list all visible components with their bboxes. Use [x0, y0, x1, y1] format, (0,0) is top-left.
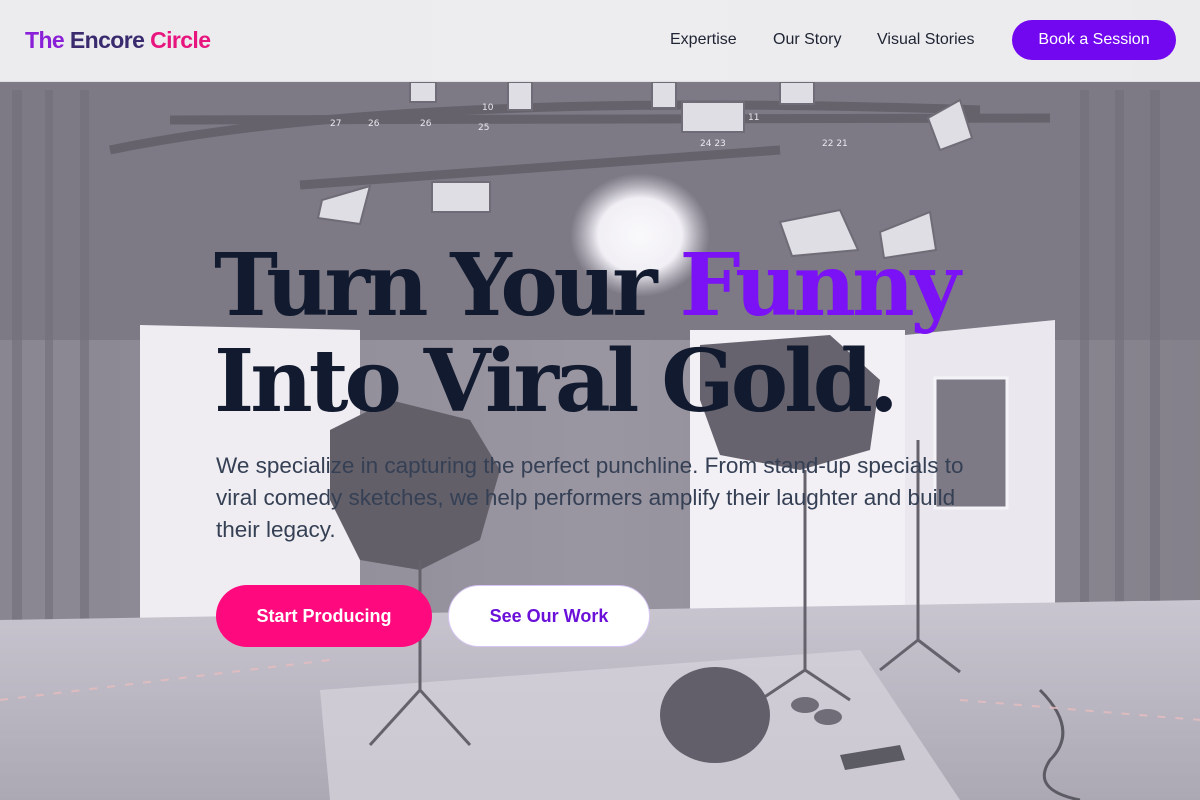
hero-headline: Turn Your Funny Into Viral Gold.: [214, 238, 1114, 430]
book-session-button[interactable]: Book a Session: [1012, 20, 1176, 60]
site-header: The Encore Circle Expertise Our Story Vi…: [0, 0, 1200, 82]
headline-line2: Into Viral Gold.: [214, 331, 899, 432]
nav-link-our-story[interactable]: Our Story: [773, 28, 841, 52]
logo-word-circle: Circle: [150, 27, 211, 53]
logo-word-the: The: [25, 27, 65, 53]
headline-line1-start: Turn Your: [214, 235, 680, 336]
nav-link-visual-stories[interactable]: Visual Stories: [877, 28, 975, 52]
start-producing-button[interactable]: Start Producing: [216, 585, 432, 647]
brand-logo[interactable]: The Encore Circle: [25, 24, 211, 56]
hero-subtext: We specialize in capturing the perfect p…: [216, 453, 964, 542]
nav-link-expertise[interactable]: Expertise: [670, 28, 737, 52]
see-our-work-button[interactable]: See Our Work: [448, 585, 650, 647]
logo-word-encore: Encore: [69, 27, 145, 53]
headline-accent-word: Funny: [679, 235, 960, 336]
